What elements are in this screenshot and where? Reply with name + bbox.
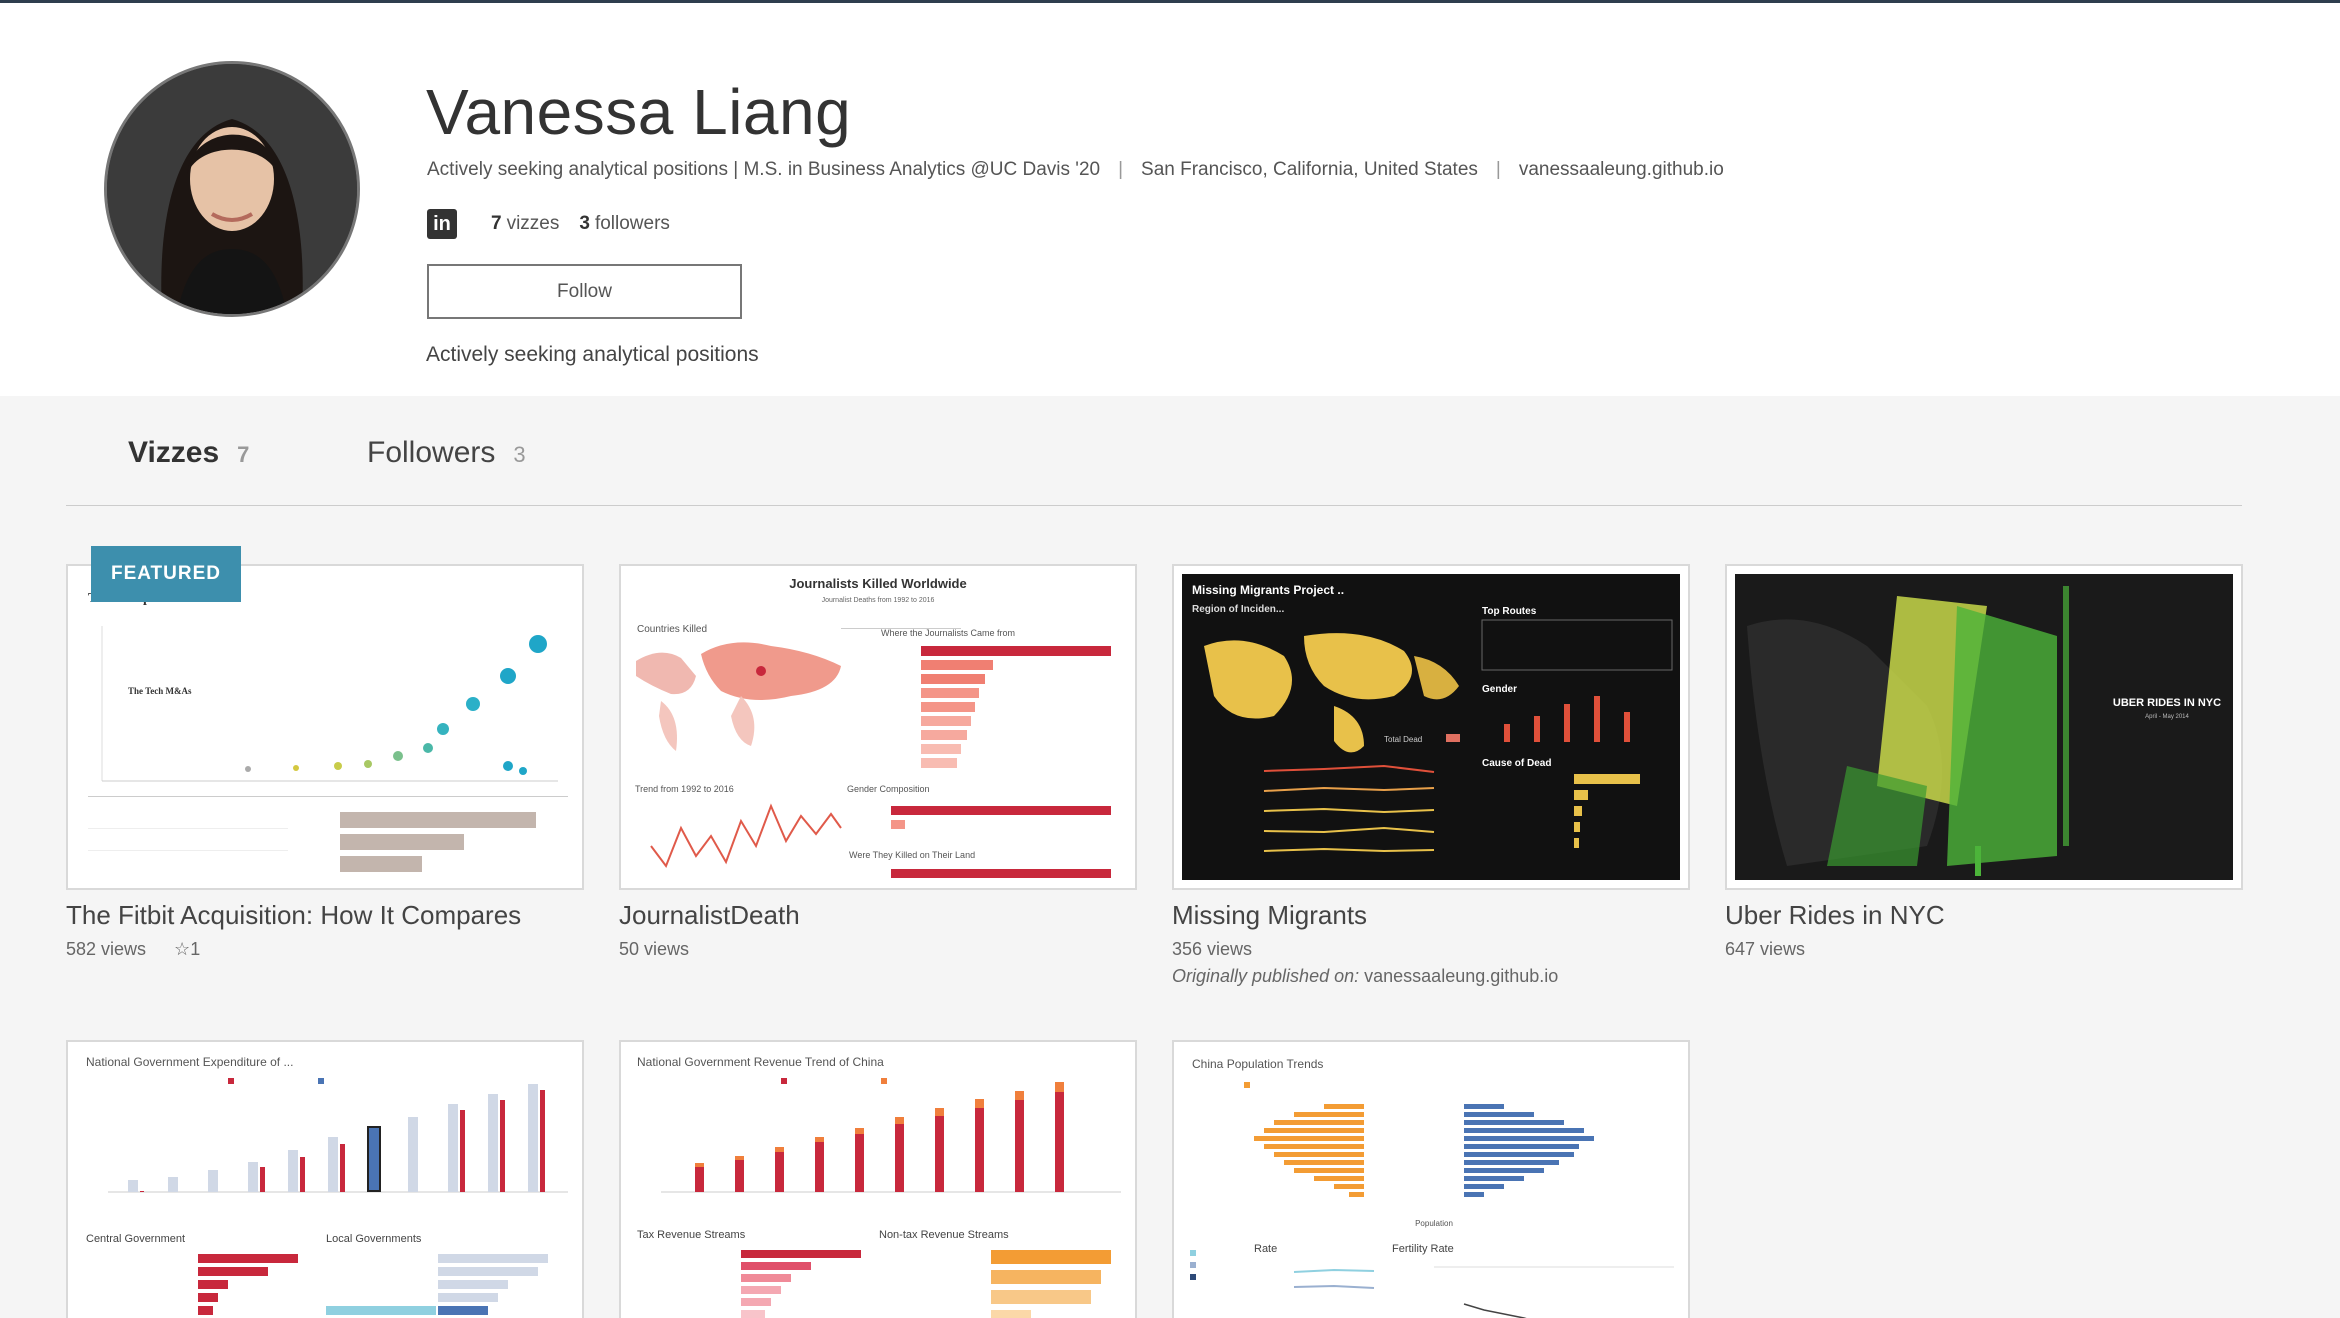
favorite-count: 1 [190, 939, 201, 959]
tab-count: 3 [513, 442, 526, 467]
thumb-label: Central Government [86, 1233, 185, 1245]
tab-label: Followers [367, 436, 496, 469]
viz-stats: 50 views [619, 939, 1137, 960]
vizzes-count: 7 [491, 213, 502, 234]
followers-label: followers [594, 213, 670, 234]
viz-thumbnail[interactable]: National Government Revenue Trend of Chi… [619, 1040, 1137, 1318]
population-pyramid [1254, 1104, 1594, 1197]
followers-stat[interactable]: 3 followers [579, 213, 670, 235]
origin-link[interactable]: vanessaaleung.github.io [1364, 966, 1558, 986]
viz-stats: 356 views [1172, 939, 1690, 960]
profile-header: Vanessa Liang Actively seeking analytica… [0, 3, 2340, 396]
thumb-label: Gender [1482, 684, 1517, 695]
linkedin-icon[interactable]: in [427, 209, 457, 239]
profile-name: Vanessa Liang [426, 76, 852, 148]
thumb-label: Population [1415, 1219, 1453, 1228]
viz-thumbnail[interactable]: Missing Migrants Project .. Region of In… [1172, 564, 1690, 890]
viz-thumbnail[interactable]: UBER RIDES IN NYC April - May 2014 [1725, 564, 2243, 890]
thumb-title: National Government Expenditure of ... [86, 1055, 293, 1069]
thumb-label: Trend from 1992 to 2016 [635, 784, 734, 794]
thumb-subtitle: The Tech M&As [128, 686, 192, 696]
viz-card[interactable]: UBER RIDES IN NYC April - May 2014 Uber … [1725, 564, 2243, 960]
viz-origin: Originally published on: vanessaaleung.g… [1172, 966, 1690, 987]
meta-separator: | [1495, 159, 1501, 180]
thumb-label: Top Routes [1482, 606, 1537, 617]
featured-badge: FEATURED [91, 546, 241, 602]
viz-stats: 582 views ☆ 1 [66, 939, 584, 960]
thumb-title: Journalists Killed Worldwide [789, 576, 966, 591]
tab-label: Vizzes [128, 436, 220, 469]
viz-title[interactable]: Uber Rides in NYC [1725, 900, 2243, 931]
viz-card[interactable]: FEATURED T It Compares The Tech M&As [66, 546, 584, 960]
thumb-subtitle: April - May 2014 [2145, 714, 2189, 720]
viz-title[interactable]: The Fitbit Acquisition: How It Compares [66, 900, 584, 931]
followers-count: 3 [579, 213, 590, 234]
thumb-label: Total Dead [1384, 735, 1422, 744]
thumb-title: China Population Trends [1192, 1057, 1323, 1071]
follow-button[interactable]: Follow [427, 264, 742, 319]
profile-headline: Actively seeking analytical positions | … [427, 159, 1101, 180]
viz-views: 647 views [1725, 939, 1806, 959]
thumb-title: Missing Migrants Project .. [1192, 583, 1344, 597]
viz-card[interactable]: National Government Revenue Trend of Chi… [619, 1040, 1137, 1318]
thumb-title: UBER RIDES IN NYC [2113, 697, 2221, 709]
viz-stats: 647 views [1725, 939, 2243, 960]
viz-card[interactable]: National Government Expenditure of ... C… [66, 1040, 584, 1318]
viz-thumbnail[interactable]: China Population Trends Population Rate … [1172, 1040, 1690, 1318]
thumb-label: Cause of Dead [1482, 758, 1551, 769]
thumb-title: National Government Revenue Trend of Chi… [637, 1055, 884, 1069]
origin-prefix: Originally published on: [1172, 966, 1360, 986]
thumb-label: Fertility Rate [1392, 1243, 1454, 1255]
tab-followers[interactable]: Followers 3 [367, 436, 526, 470]
profile-stats: in 7 vizzes 3 followers [427, 209, 690, 239]
viz-views: 582 views [66, 939, 147, 959]
viz-title[interactable]: Missing Migrants [1172, 900, 1690, 931]
thumb-subtitle: Journalist Deaths from 1992 to 2016 [822, 597, 935, 604]
thumb-label: Rate [1254, 1243, 1277, 1255]
viz-thumbnail[interactable]: Journalists Killed Worldwide Journalist … [619, 564, 1137, 890]
viz-title[interactable]: JournalistDeath [619, 900, 1137, 931]
viz-thumbnail[interactable]: T It Compares The Tech M&As [66, 564, 584, 890]
profile-tabs: Vizzes 7 Followers 3 [66, 436, 2242, 506]
viz-card[interactable]: Journalists Killed Worldwide Journalist … [619, 564, 1137, 960]
viz-views: 356 views [1172, 939, 1253, 959]
favorite-star-icon[interactable]: ☆ [174, 939, 190, 960]
thumb-label: Gender Composition [847, 784, 930, 794]
viz-views: 50 views [619, 939, 690, 959]
vizzes-stat[interactable]: 7 vizzes [491, 213, 559, 235]
meta-separator: | [1118, 159, 1124, 180]
tab-vizzes[interactable]: Vizzes 7 [128, 436, 249, 470]
tab-count: 7 [237, 442, 250, 467]
profile-location: San Francisco, California, United States [1141, 159, 1478, 180]
profile-bio: Actively seeking analytical positions [426, 343, 759, 366]
vizzes-label: vizzes [506, 213, 560, 234]
avatar [104, 61, 360, 317]
thumb-label: Where the Journalists Came from [881, 628, 1015, 638]
thumb-label: Tax Revenue Streams [637, 1229, 746, 1241]
thumb-label: Local Governments [326, 1233, 422, 1245]
thumb-label: Region of Inciden... [1192, 604, 1284, 615]
viz-thumbnail[interactable]: National Government Expenditure of ... C… [66, 1040, 584, 1318]
viz-card[interactable]: Missing Migrants Project .. Region of In… [1172, 564, 1690, 987]
profile-meta: Actively seeking analytical positions | … [427, 159, 1724, 181]
thumb-label: Countries Killed [637, 624, 707, 635]
thumb-label: Non-tax Revenue Streams [879, 1229, 1009, 1241]
profile-website-link[interactable]: vanessaaleung.github.io [1519, 159, 1724, 180]
content-area: Vizzes 7 Followers 3 FEATURED T It Compare… [0, 396, 2340, 1318]
viz-card[interactable]: China Population Trends Population Rate … [1172, 1040, 1690, 1318]
thumb-label: Were They Killed on Their Land [849, 850, 975, 860]
